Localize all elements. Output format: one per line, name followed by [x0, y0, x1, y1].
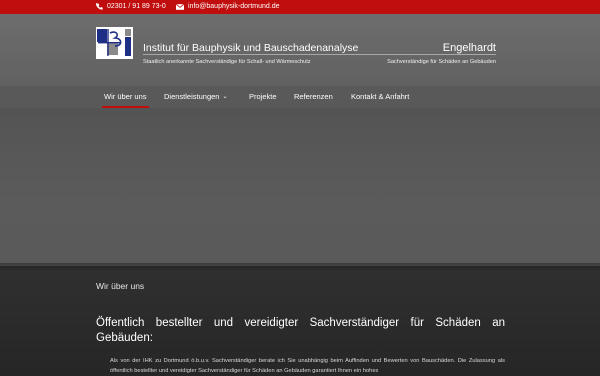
nav-item-kontakt[interactable]: Kontakt & Anfahrt	[351, 86, 409, 108]
ifb-logo[interactable]	[96, 27, 133, 59]
nav-item-label: Referenzen	[294, 92, 333, 101]
hero-shadow	[0, 263, 600, 271]
email-contact[interactable]: info@bauphysik-dortmund.de	[176, 3, 280, 10]
institute-subtitle: Staatlich anerkannte Sachverständige für…	[143, 59, 311, 65]
nav-item-projekte[interactable]: Projekte	[249, 86, 277, 108]
section-label: Wir über uns	[96, 281, 145, 291]
nav-item-wir-ueber-uns[interactable]: Wir über uns	[102, 86, 149, 108]
nav-item-label: Kontakt & Anfahrt	[351, 92, 410, 101]
nav-item-referenzen[interactable]: Referenzen	[294, 86, 333, 108]
intro-paragraph: Als von der IHK zu Dortmund ö.b.u.v. Sac…	[110, 358, 505, 374]
hero-banner	[0, 108, 600, 266]
owner-name: Engelhardt	[442, 42, 496, 54]
nav-item-label: Dienstleistungen	[164, 92, 220, 101]
main-navigation: Wir über uns Dienstleistungen ⌄ Projekte …	[0, 86, 600, 108]
nav-item-label: Wir über uns	[104, 92, 147, 101]
header-divider	[143, 54, 496, 55]
email-address: info@bauphysik-dortmund.de	[188, 3, 280, 10]
nav-item-label: Projekte	[249, 92, 277, 101]
nav-item-dienstleistungen[interactable]: Dienstleistungen ⌄	[164, 86, 227, 108]
owner-subtitle: Sachverständige für Schäden an Gebäuden	[387, 59, 496, 65]
phone-icon	[96, 3, 103, 10]
phone-contact[interactable]: 02301 / 91 89 73-0	[96, 3, 166, 10]
site-header: Institut für Bauphysik und Bauschadenana…	[0, 14, 600, 86]
envelope-icon	[176, 3, 184, 10]
phone-number: 02301 / 91 89 73-0	[107, 3, 166, 10]
top-contact-bar: 02301 / 91 89 73-0 info@bauphysik-dortmu…	[0, 0, 600, 14]
institute-title: Institut für Bauphysik und Bauschadenana…	[143, 42, 359, 54]
chevron-down-icon: ⌄	[222, 94, 228, 100]
page-headline: Öffentlich bestellter und vereidigter Sa…	[96, 317, 505, 344]
